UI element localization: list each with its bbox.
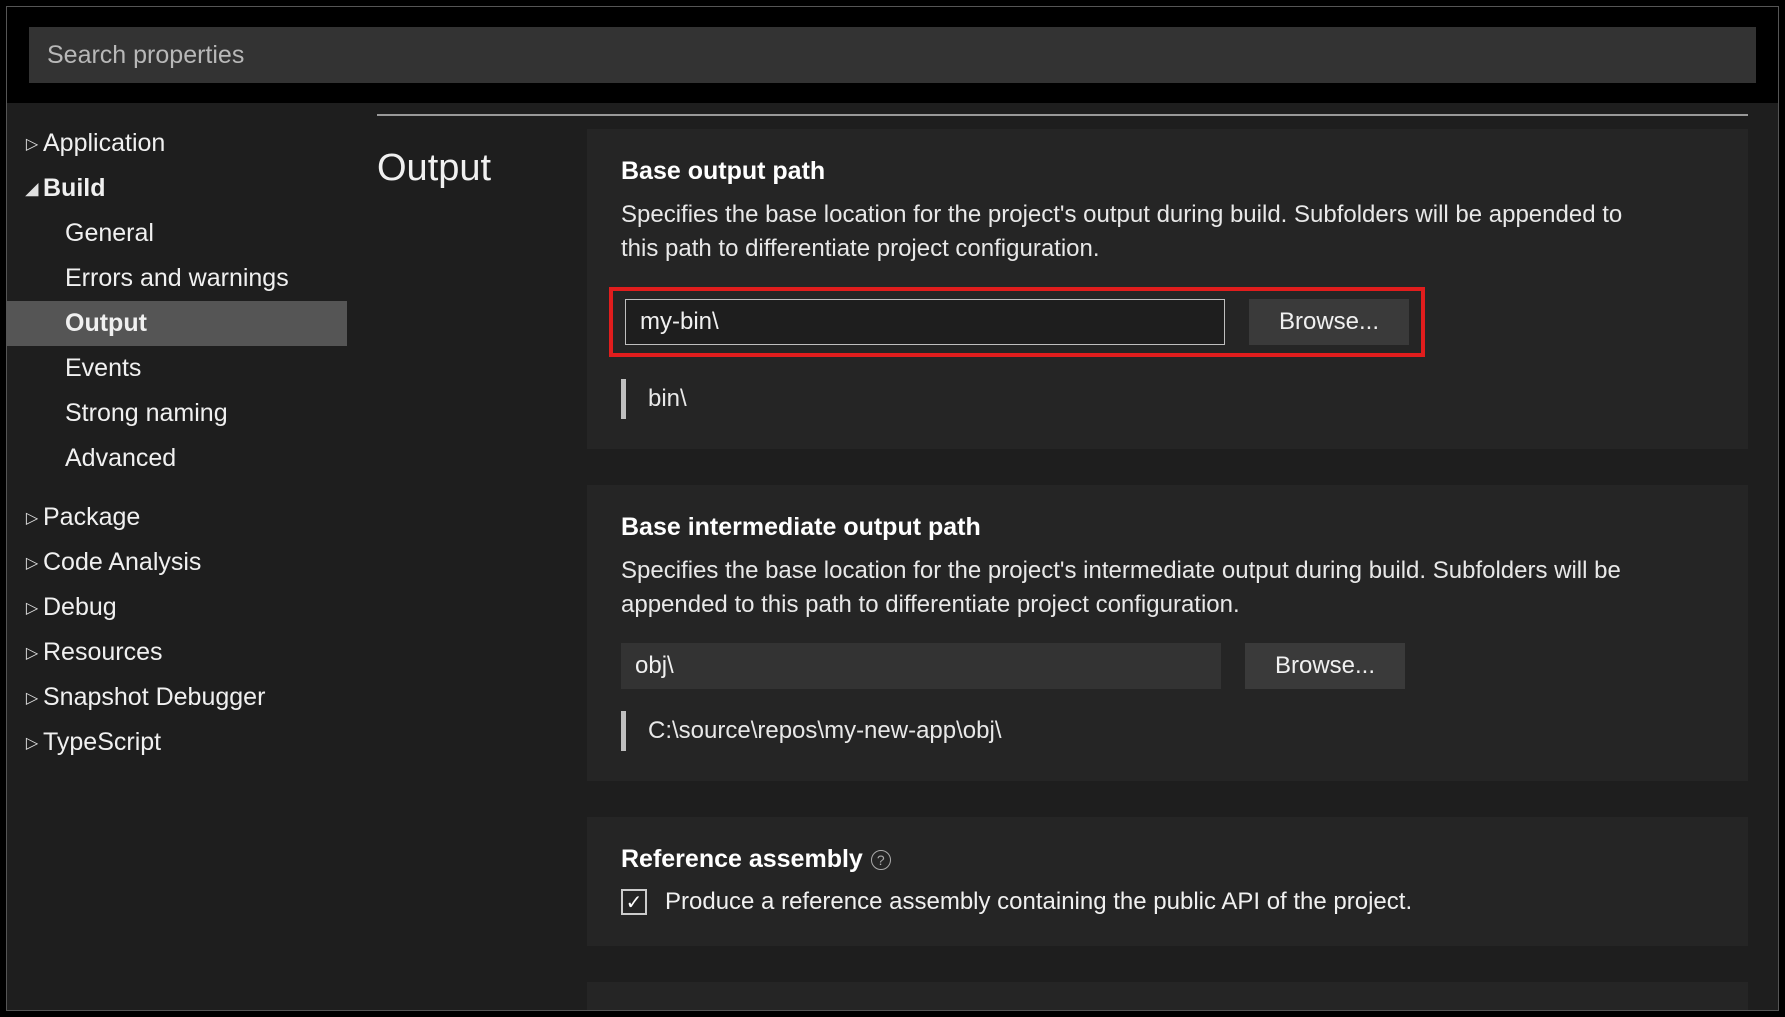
panel-base-intermediate: Base intermediate output path Specifies … [587, 485, 1748, 781]
sidebar-item-debug[interactable]: ▷ Debug [7, 585, 347, 630]
sidebar-item-resources[interactable]: ▷ Resources [7, 630, 347, 675]
sidebar-label: Application [43, 129, 165, 158]
chevron-right-icon: ▷ [21, 508, 43, 528]
sidebar-item-build[interactable]: ◢ Build [7, 166, 347, 211]
browse-button[interactable]: Browse... [1245, 643, 1405, 689]
setting-description: Specifies the base location for the proj… [621, 198, 1641, 265]
sidebar-label: Resources [43, 638, 163, 667]
sidebar-subitem-strong-naming[interactable]: Strong naming [7, 391, 347, 436]
sidebar-subitem-events[interactable]: Events [7, 346, 347, 391]
search-bar [29, 27, 1756, 83]
reference-assembly-checkbox[interactable]: ✓ [621, 889, 647, 915]
sidebar-label: TypeScript [43, 728, 161, 757]
chevron-right-icon: ▷ [21, 134, 43, 154]
panel-base-output: Base output path Specifies the base loca… [587, 129, 1748, 449]
resolved-path: C:\source\repos\my-new-app\obj\ [621, 711, 1714, 751]
sidebar-item-code-analysis[interactable]: ▷ Code Analysis [7, 540, 347, 585]
sidebar-subitem-output[interactable]: Output [7, 301, 347, 346]
base-output-path-input[interactable] [625, 299, 1225, 345]
chevron-down-icon: ◢ [21, 179, 43, 199]
sidebar-label: Code Analysis [43, 548, 201, 577]
sidebar-label: Build [43, 174, 106, 203]
sidebar-subitem-advanced[interactable]: Advanced [7, 436, 347, 481]
sidebar-subitem-general[interactable]: General [7, 211, 347, 256]
sidebar-item-package[interactable]: ▷ Package [7, 495, 347, 540]
properties-window: ▷ Application ◢ Build General Errors and… [6, 6, 1779, 1011]
help-icon[interactable]: ? [871, 850, 891, 870]
sidebar: ▷ Application ◢ Build General Errors and… [7, 103, 347, 1010]
chevron-right-icon: ▷ [21, 688, 43, 708]
setting-title: Base output path [621, 157, 1714, 186]
sidebar-label: Snapshot Debugger [43, 683, 265, 712]
panel-reference-assembly: Reference assembly ? ✓ Produce a referen… [587, 817, 1748, 946]
section-title: Output [377, 147, 491, 190]
setting-description: Specifies the base location for the proj… [621, 554, 1641, 621]
sidebar-label: Package [43, 503, 140, 532]
chevron-right-icon: ▷ [21, 733, 43, 753]
sidebar-item-application[interactable]: ▷ Application [7, 121, 347, 166]
sidebar-subitem-errors-warnings[interactable]: Errors and warnings [7, 256, 347, 301]
body: ▷ Application ◢ Build General Errors and… [7, 103, 1778, 1010]
chevron-right-icon: ▷ [21, 553, 43, 573]
sidebar-label: Debug [43, 593, 117, 622]
sidebar-item-typescript[interactable]: ▷ TypeScript [7, 720, 347, 765]
checkbox-label: Produce a reference assembly containing … [665, 888, 1412, 916]
divider [377, 114, 1748, 116]
panel-documentation-file: Documentation file ? Generate a file con… [587, 982, 1748, 1010]
chevron-right-icon: ▷ [21, 598, 43, 618]
highlight-annotation: Browse... [609, 287, 1425, 357]
browse-button[interactable]: Browse... [1249, 299, 1409, 345]
sidebar-item-snapshot-debugger[interactable]: ▷ Snapshot Debugger [7, 675, 347, 720]
chevron-right-icon: ▷ [21, 643, 43, 663]
resolved-path: bin\ [621, 379, 1714, 419]
settings-panels: Base output path Specifies the base loca… [587, 129, 1748, 1010]
setting-title: Base intermediate output path [621, 513, 1714, 542]
main-panel: Output Base output path Specifies the ba… [347, 103, 1778, 1010]
setting-title: Reference assembly [621, 845, 863, 874]
base-intermediate-path-input[interactable] [621, 643, 1221, 689]
search-input[interactable] [47, 41, 1738, 70]
